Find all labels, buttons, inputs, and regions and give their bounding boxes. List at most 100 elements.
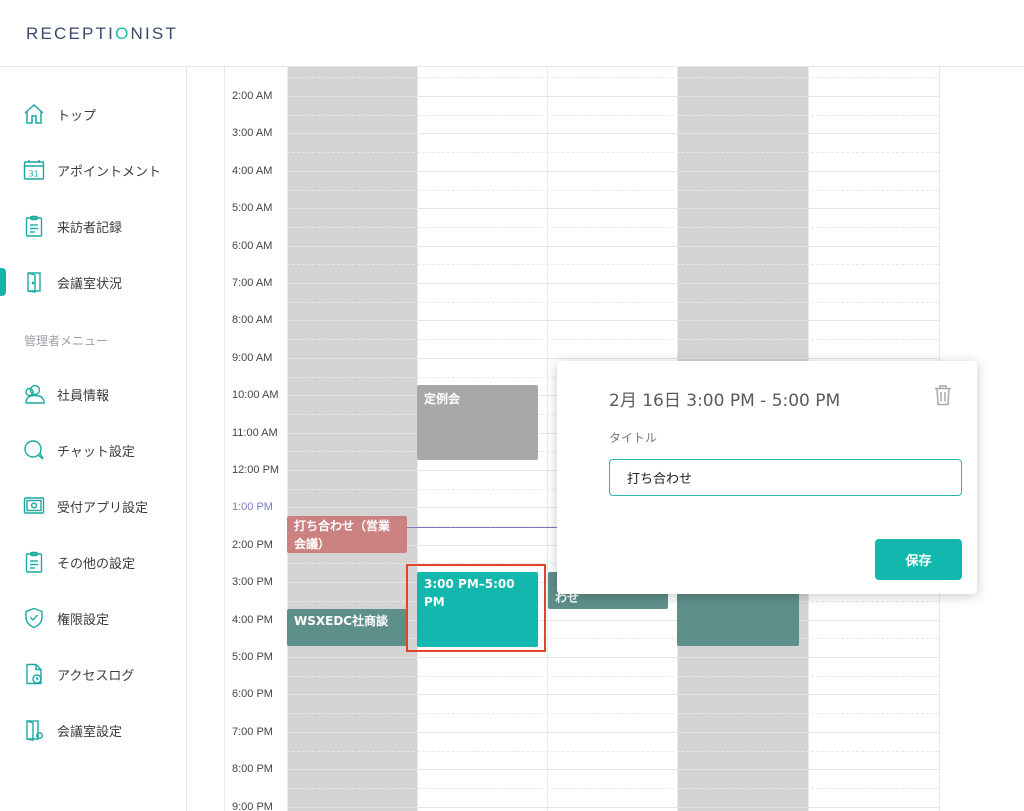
sidebar-item-label: 受付アプリ設定	[57, 501, 149, 516]
half-hour-grid-line	[287, 264, 939, 265]
time-label: 9:00 PM	[232, 801, 273, 811]
time-label: 8:00 PM	[232, 763, 273, 775]
event-edit-popup: 2月 16日 3:00 PM - 5:00 PM タイトル 保存	[557, 361, 977, 594]
time-label: 2:00 PM	[232, 539, 273, 551]
sidebar-item-permission-settings[interactable]: 権限設定	[0, 598, 187, 638]
time-label: 1:00 PM	[232, 501, 273, 513]
half-hour-grid-line	[287, 751, 939, 752]
calendar-icon: 31	[22, 158, 46, 182]
sidebar-item-reception-app-settings[interactable]: 受付アプリ設定	[0, 486, 187, 526]
users-icon	[22, 382, 46, 406]
half-hour-grid-line	[287, 77, 939, 78]
hour-grid-line	[287, 133, 939, 134]
hour-grid-line	[287, 208, 939, 209]
hour-grid-line	[287, 171, 939, 172]
app-logo[interactable]: RECEPTIONIST	[26, 24, 178, 44]
sidebar-item-label: チャット設定	[57, 445, 135, 460]
sidebar-item-room-status[interactable]: 会議室状況	[0, 262, 187, 302]
time-label: 3:00 AM	[232, 127, 273, 139]
sidebar-item-label: 権限設定	[57, 613, 110, 628]
app-window: RECEPTIONIST トップ 31 アポイントメント 来訪者記録 会議室状況…	[0, 0, 1024, 811]
title-field-label: タイトル	[609, 431, 658, 445]
active-indicator	[0, 268, 6, 296]
hour-grid-line	[287, 807, 939, 808]
home-icon	[22, 102, 46, 126]
admin-menu-heading: 管理者メニュー	[24, 334, 109, 348]
time-label: 7:00 AM	[232, 277, 273, 289]
half-hour-grid-line	[287, 227, 939, 228]
half-hour-grid-line	[287, 190, 939, 191]
chat-icon	[22, 438, 46, 462]
time-label: 12:00 PM	[232, 464, 280, 476]
hour-grid-line	[287, 246, 939, 247]
hour-grid-line	[287, 320, 939, 321]
event-title: 打ち合わせ（営業会議）	[294, 519, 391, 551]
room-column-1[interactable]	[287, 67, 417, 811]
event-wsxedc[interactable]: WSXEDC社商談	[287, 609, 407, 646]
half-hour-grid-line	[287, 713, 939, 714]
sidebar-item-label: 会議室設定	[57, 725, 123, 740]
sidebar-item-label: アクセスログ	[57, 669, 135, 684]
svg-text:31: 31	[29, 170, 39, 179]
sidebar-item-label: その他の設定	[57, 557, 136, 572]
time-label: 5:00 AM	[232, 202, 273, 214]
half-hour-grid-line	[287, 676, 939, 677]
sidebar-item-visitor-log[interactable]: 来訪者記録	[0, 206, 187, 246]
event-date-range: 2月 16日 3:00 PM - 5:00 PM	[609, 391, 841, 411]
time-label: 11:00 AM	[232, 427, 278, 439]
sidebar-item-appointment[interactable]: 31 アポイントメント	[0, 150, 187, 190]
event-teirei[interactable]: 定例会	[417, 385, 538, 460]
shield-icon	[22, 606, 46, 630]
half-hour-grid-line	[287, 788, 939, 789]
hour-grid-line	[287, 732, 939, 733]
sidebar-item-top[interactable]: トップ	[0, 94, 187, 134]
save-button[interactable]: 保存	[875, 539, 962, 580]
event-uchiawase-eigyo[interactable]: 打ち合わせ（営業会議）	[287, 516, 407, 553]
half-hour-grid-line	[287, 115, 939, 116]
hour-grid-line	[287, 769, 939, 770]
title-input[interactable]	[609, 459, 962, 496]
trash-icon[interactable]	[933, 384, 953, 406]
clipboard-icon	[22, 550, 46, 574]
sidebar-item-label: アポイントメント	[57, 165, 162, 180]
time-label: 4:00 PM	[232, 614, 273, 626]
hour-grid-line	[287, 96, 939, 97]
sidebar-item-other-settings[interactable]: その他の設定	[0, 542, 187, 582]
time-label: 6:00 PM	[232, 688, 273, 700]
hour-grid-line	[287, 283, 939, 284]
tablet-gear-icon	[22, 494, 46, 518]
top-header: RECEPTIONIST	[0, 0, 1024, 67]
time-label: 3:00 PM	[232, 576, 273, 588]
door-icon	[22, 270, 46, 294]
hour-grid-line	[287, 358, 939, 359]
half-hour-grid-line	[287, 302, 939, 303]
event-selected[interactable]: 3:00 PM–5:00 PM	[417, 572, 538, 647]
event-title: 3:00 PM–5:00 PM	[424, 577, 515, 609]
gutter-divider	[224, 67, 225, 811]
half-hour-grid-line	[287, 152, 939, 153]
sidebar-item-room-settings[interactable]: 会議室設定	[0, 710, 187, 750]
sidebar-item-employee-info[interactable]: 社員情報	[0, 374, 187, 414]
door-gear-icon	[22, 718, 46, 742]
sidebar-item-label: トップ	[57, 109, 97, 124]
sidebar-item-label: 社員情報	[57, 389, 110, 404]
time-label: 8:00 AM	[232, 314, 273, 326]
time-label: 7:00 PM	[232, 726, 273, 738]
time-label: 2:00 AM	[232, 90, 273, 102]
sidebar: トップ 31 アポイントメント 来訪者記録 会議室状況 管理者メニュー 社員情報…	[0, 67, 187, 811]
sidebar-item-chat-settings[interactable]: チャット設定	[0, 430, 187, 470]
event-title: WSXEDC社商談	[294, 614, 389, 628]
file-clock-icon	[22, 662, 46, 686]
time-label: 6:00 AM	[232, 240, 273, 252]
time-label: 9:00 AM	[232, 352, 273, 364]
event-title: 定例会	[424, 392, 461, 406]
sidebar-item-access-log[interactable]: アクセスログ	[0, 654, 187, 694]
sidebar-item-label: 会議室状況	[57, 277, 123, 292]
hour-grid-line	[287, 657, 939, 658]
clipboard-icon	[22, 214, 46, 238]
hour-grid-line	[287, 694, 939, 695]
time-label: 5:00 PM	[232, 651, 273, 663]
half-hour-grid-line	[287, 339, 939, 340]
sidebar-item-label: 来訪者記録	[57, 221, 123, 236]
time-label: 4:00 AM	[232, 165, 273, 177]
